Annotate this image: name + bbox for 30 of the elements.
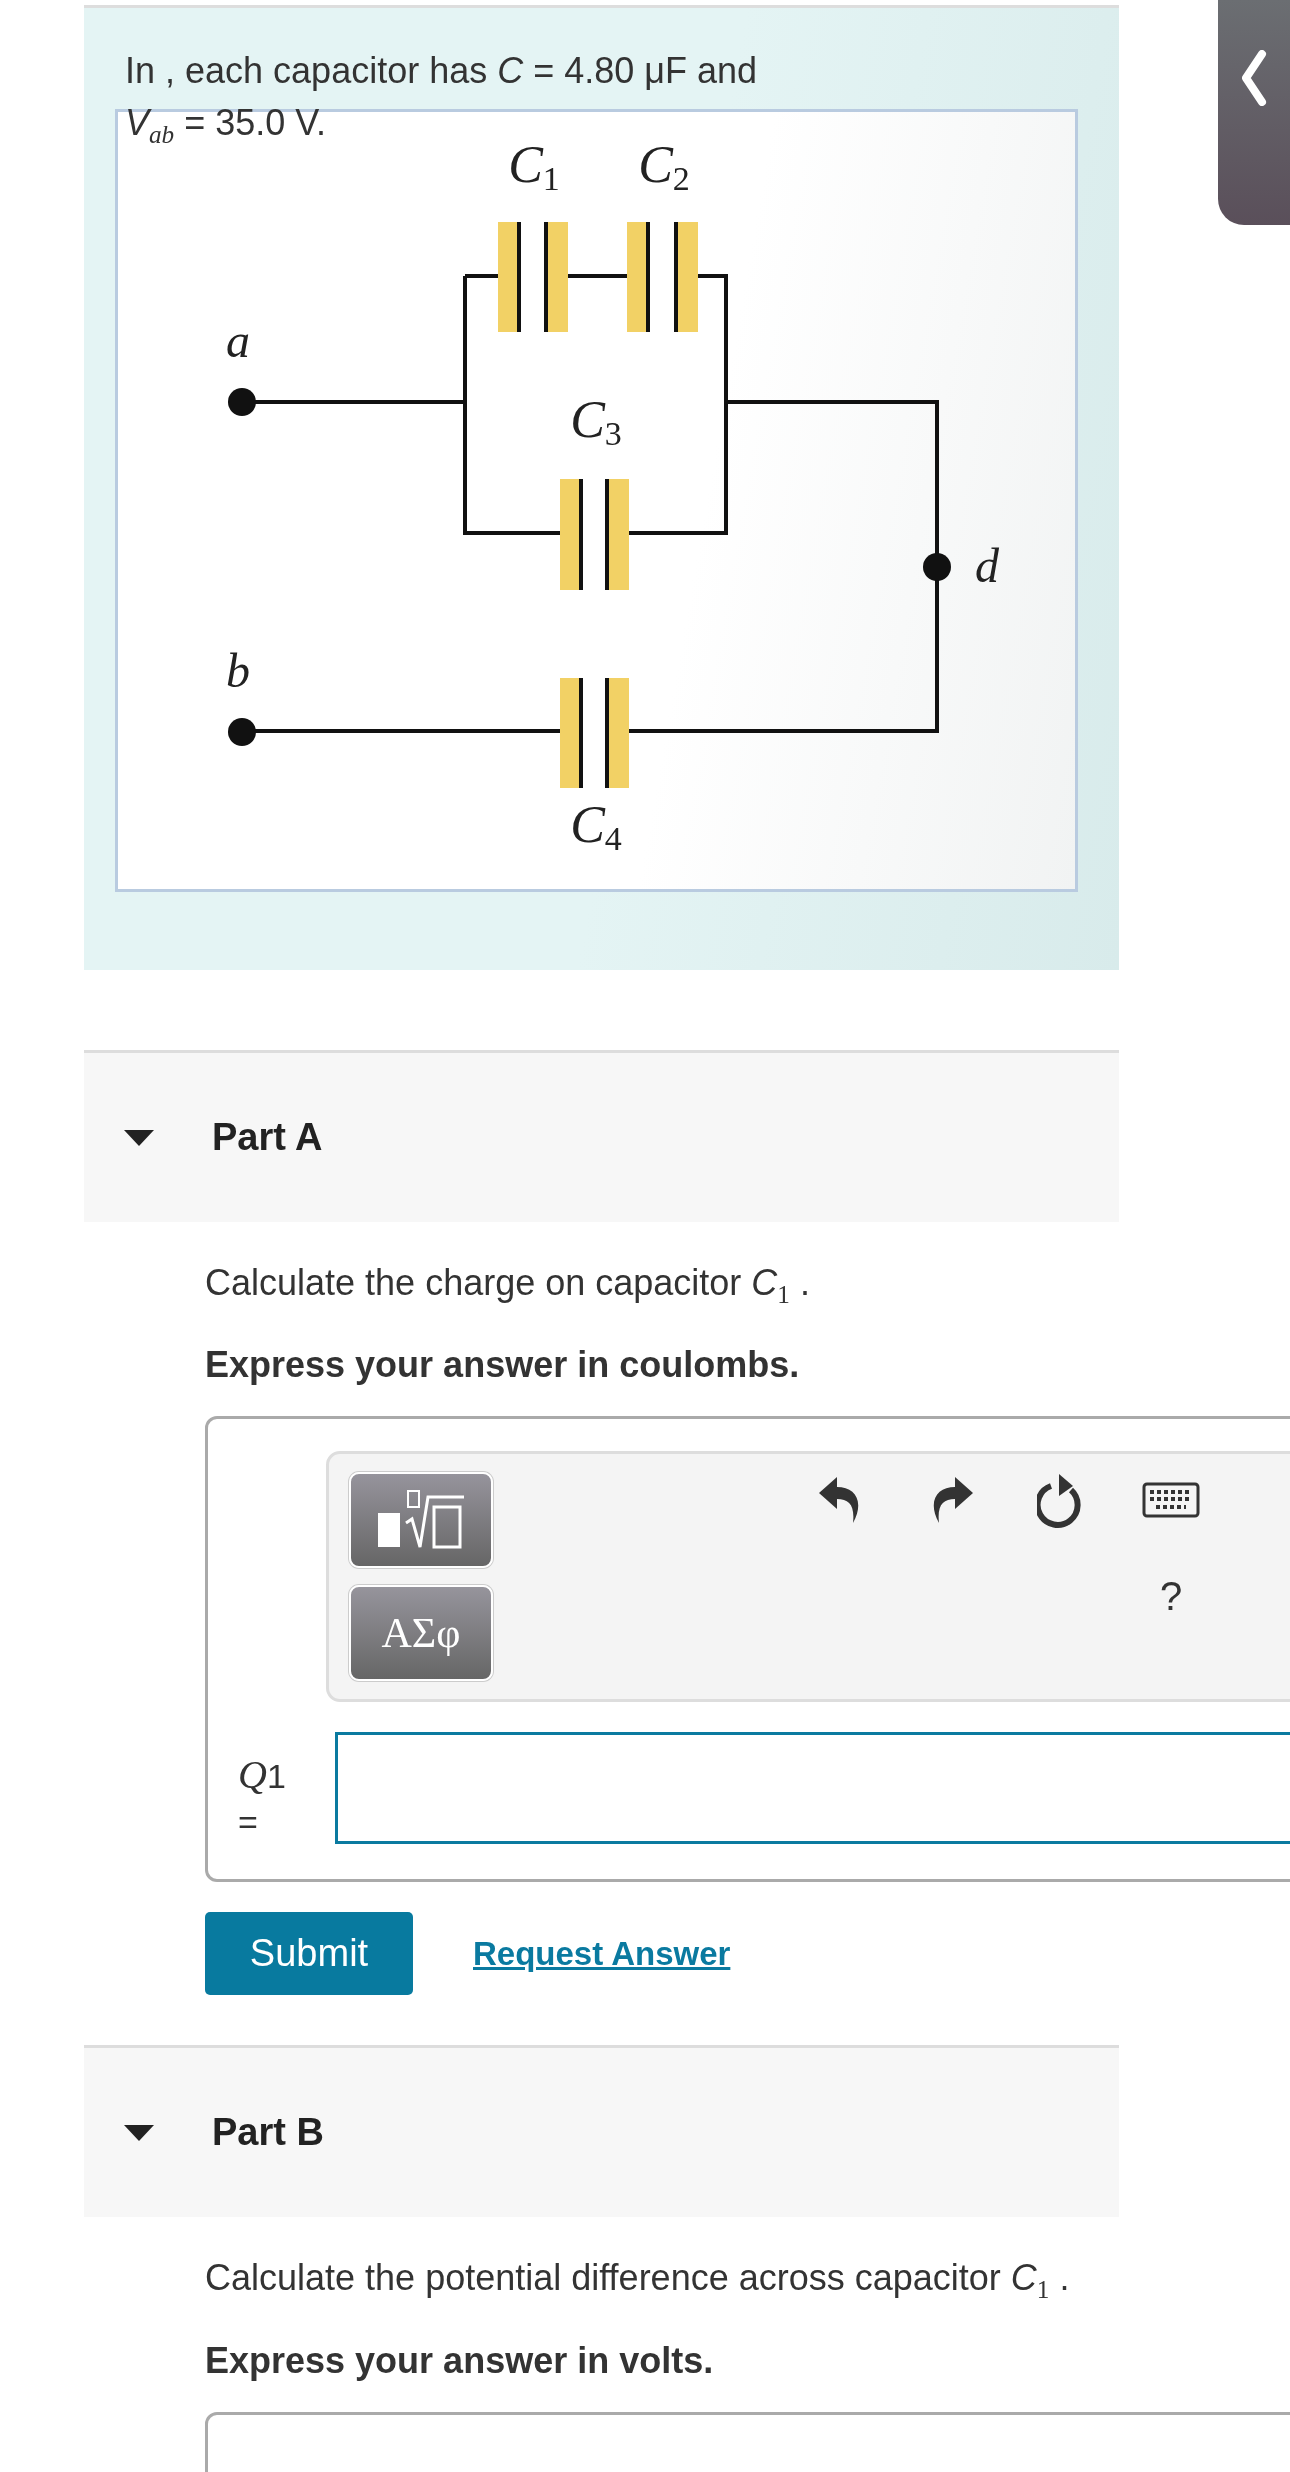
capacitor-label: C$_{2}$: [638, 136, 690, 198]
help-button[interactable]: ?: [1131, 1568, 1211, 1625]
capacitor-icon: [560, 479, 629, 591]
part-title: Part A: [212, 1116, 323, 1160]
templates-icon: [376, 1489, 466, 1552]
chevron-left-icon: [1240, 49, 1268, 106]
problem-text: In , each capacitor has C = 4.80 μF and: [125, 49, 759, 93]
caret-down-icon[interactable]: [124, 1127, 154, 1148]
node-label: b: [226, 644, 250, 698]
instruction-text: Express your answer in coulombs.: [205, 1344, 801, 1387]
part-title: Part B: [212, 2111, 324, 2155]
submit-button[interactable]: Submit: [205, 1912, 413, 1996]
instruction-text: Express your answer in volts.: [205, 2339, 715, 2382]
side-panel-tab[interactable]: [1218, 0, 1290, 225]
capacitor-label: C$_{1}$: [508, 136, 560, 198]
answer-label: Q1 =: [238, 1752, 287, 1844]
question-text: Calculate the charge on capacitor C$_{1}$ .: [205, 1262, 811, 1311]
capacitor-label: C$_{3}$: [570, 391, 622, 453]
request-answer-link[interactable]: Request Answer: [473, 1934, 731, 1973]
question-text: Calculate the potential difference across capacitor C$_{1}$ .: [205, 2257, 1071, 2306]
part-header[interactable]: Part B: [84, 2045, 1119, 2218]
node-label: a: [226, 314, 250, 368]
capacitor-label: C$_{4}$: [570, 796, 622, 858]
symbols-button[interactable]: ΑΣφ: [349, 1585, 493, 1682]
part-header[interactable]: Part A: [84, 1050, 1119, 1223]
problem-text: V$_{ab}$ = 35.0 V.: [125, 101, 327, 151]
templates-button[interactable]: [349, 1472, 493, 1569]
node-label: d: [975, 539, 999, 593]
answer-field[interactable]: [335, 1732, 1290, 1845]
caret-down-icon[interactable]: [124, 2122, 154, 2143]
